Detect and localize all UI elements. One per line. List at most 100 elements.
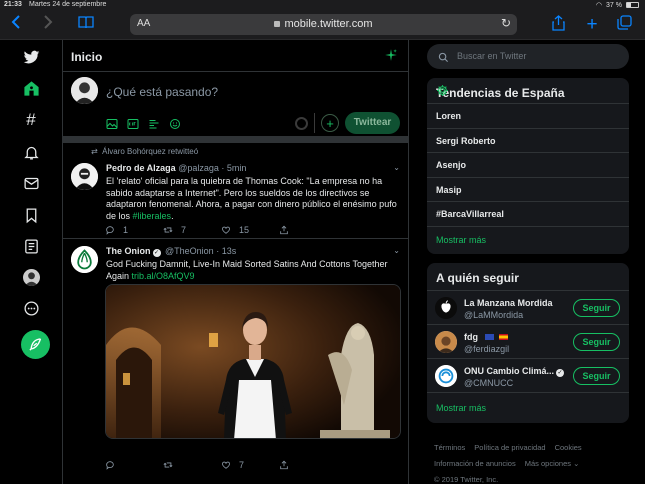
follow-button[interactable]: Seguir [573,299,620,317]
search-box[interactable]: Buscar en Twitter [427,44,629,69]
sparkle-icon[interactable] [384,48,398,67]
follow-suggestion[interactable]: ONU Cambio Climá... ✓ @CMNUCC Seguir [427,359,629,393]
retweet-button[interactable]: 7 [163,225,221,235]
follow-suggestion[interactable]: La Manzana Mordida @LaMMordida Seguir [427,291,629,325]
like-count: 15 [239,225,250,235]
tabs-icon[interactable] [614,15,634,35]
footer-link-terms[interactable]: Términos [434,443,465,452]
tweet-time[interactable]: · 5min [221,163,246,173]
explore-icon[interactable]: # [19,108,43,132]
profile-avatar[interactable] [19,265,43,289]
who-to-follow-card: A quién seguir La Manzana Mordida @LaMMo… [427,263,629,423]
tweet-media-image[interactable] [105,284,401,439]
home-icon[interactable] [19,76,43,100]
footer-link-more[interactable]: Más opciones ⌄ [525,459,580,468]
status-right: ◠ 37 % [596,1,639,9]
trend-item[interactable]: Loren [427,104,629,129]
footer-link-cookies[interactable]: Cookies [555,443,582,452]
follow-name[interactable]: La Manzana Mordida [464,298,553,308]
trend-label: Loren [436,111,462,121]
trend-item[interactable]: #BarcaVillarreal [427,202,629,227]
footer-link-privacy[interactable]: Política de privacidad [474,443,545,452]
address-bar[interactable]: AA mobile.twitter.com ↻ [130,14,517,35]
compose-tweet-button[interactable] [21,330,50,359]
status-bar: 21:33 Martes 24 de septiembre ◠ 37 % [0,0,645,10]
reload-icon[interactable]: ↻ [501,16,511,30]
eu-flag-icon [484,334,494,340]
heart-icon [222,226,230,234]
tweet-item[interactable]: The Onion ✓ @TheOnion · 13s ⌄ God Fucking… [63,239,408,479]
like-button[interactable]: 7 [221,460,279,470]
follow-name[interactable]: ONU Cambio Climá... ✓ [464,366,566,377]
messages-icon[interactable] [19,171,43,195]
tweet-time[interactable]: · 13s [216,246,236,256]
back-icon[interactable] [6,15,26,35]
tweet-actions: 1 7 15 [105,225,395,235]
follow-show-more-link[interactable]: Mostrar más [436,403,486,413]
image-icon[interactable] [105,117,119,131]
trend-item[interactable]: Masip [427,178,629,202]
status-date: Martes 24 de septiembre [29,1,107,8]
share-icon[interactable] [548,15,568,35]
bookmarks-icon[interactable] [76,15,96,35]
follow-name-text: ONU Cambio Climá... [464,366,555,376]
new-tab-icon[interactable]: + [582,15,602,35]
trend-item[interactable]: Asenjo [427,153,629,178]
follow-handle: @ferdiazgil [464,344,510,354]
tweet-link[interactable]: trib.al/O8AfQV9 [132,271,195,281]
more-icon[interactable] [19,296,43,320]
tweet-actions: 7 [105,460,395,470]
search-input[interactable]: Buscar en Twitter [457,51,526,61]
tweet-avatar[interactable] [71,246,98,273]
retweet-context: ⇄ Álvaro Bohórquez retwitteó [91,147,198,156]
reply-button[interactable] [105,460,163,470]
tweet-avatar[interactable] [71,163,98,190]
lists-icon[interactable] [19,234,43,258]
lock-icon [274,21,281,27]
onion-logo-icon [71,246,98,273]
tweet-text: God Fucking Damnit, Live-In Maid Sorted … [106,259,398,282]
tweet-text: El 'relato' oficial para la quiebra de T… [106,176,398,222]
compose-input[interactable]: ¿Qué está pasando? [106,85,218,99]
bookmark-icon[interactable] [19,203,43,227]
reply-icon [106,461,114,470]
tweet-header: Pedro de Alzaga @palzaga · 5min [106,163,246,173]
footer-link-ads[interactable]: Información de anuncios [434,459,516,468]
trends-show-more-link[interactable]: Mostrar más [436,235,486,245]
tweet-button[interactable]: Twittear [345,112,400,134]
follow-name-text: fdg [464,332,478,342]
trend-item[interactable]: Sergi Roberto [427,129,629,153]
chevron-down-icon[interactable]: ⌄ [393,163,400,172]
apple-logo-icon [435,297,457,319]
share-button[interactable] [279,225,337,235]
verified-icon: ✓ [152,249,161,257]
notifications-icon[interactable] [19,140,43,164]
like-button[interactable]: 15 [221,225,279,235]
reply-button[interactable]: 1 [105,225,163,235]
tweet-author-handle[interactable]: @TheOnion [165,246,214,256]
follow-button[interactable]: Seguir [573,333,620,351]
feather-icon [29,338,42,351]
add-tweet-button[interactable]: + [321,114,339,132]
footer-copyright: © 2019 Twitter, Inc. [434,475,499,484]
emoji-icon[interactable] [168,117,182,131]
retweet-button[interactable] [163,460,221,470]
chevron-down-icon[interactable]: ⌄ [393,246,400,255]
gear-icon[interactable] [436,84,619,100]
share-button[interactable] [279,460,337,470]
poll-icon[interactable] [147,117,161,131]
follow-name[interactable]: fdg [464,332,509,342]
twitter-logo-icon[interactable] [19,45,43,69]
gif-icon[interactable] [126,117,140,131]
compose-avatar[interactable] [71,77,98,104]
retweet-icon [163,227,173,233]
hashtag-link[interactable]: #liberales [133,211,172,221]
reply-icon [106,226,114,235]
follow-button[interactable]: Seguir [573,367,620,385]
tweet-author-handle[interactable]: @palzaga [178,163,219,173]
tweet-author-name[interactable]: Pedro de Alzaga [106,163,176,173]
tweet-author-name[interactable]: The Onion [106,246,151,256]
forward-icon[interactable] [38,15,58,35]
follow-suggestion[interactable]: fdg @ferdiazgil Seguir [427,325,629,359]
tweet-item[interactable]: ⇄ Álvaro Bohórquez retwitteó Pedro de Al… [63,143,408,239]
